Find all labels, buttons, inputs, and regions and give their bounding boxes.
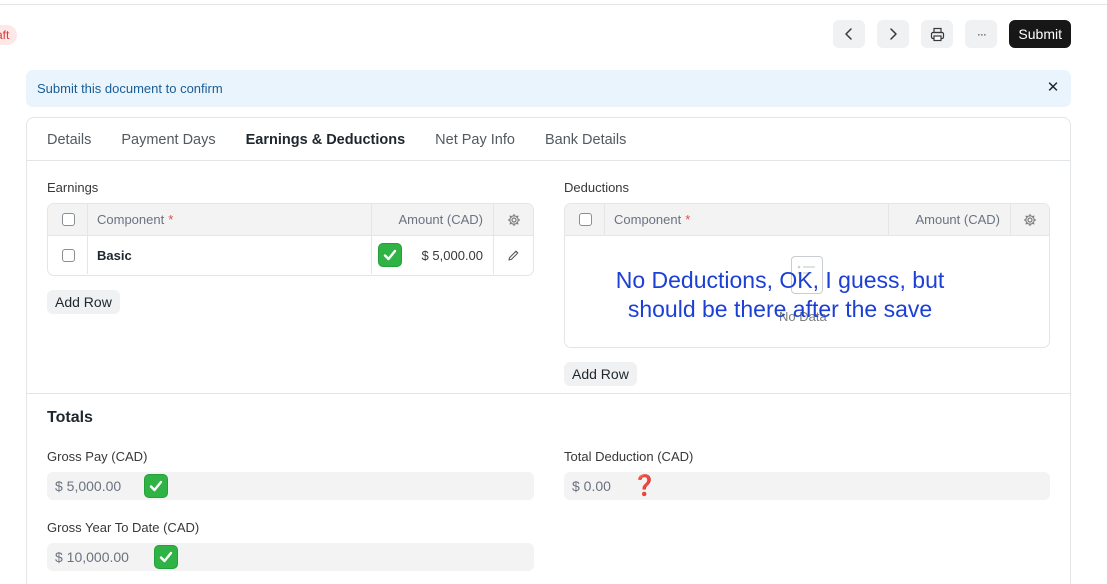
chevron-right-icon — [890, 28, 898, 40]
printer-icon — [930, 27, 945, 41]
annotation-line-2: should be there after the save — [627, 296, 933, 322]
more-actions-button[interactable]: ··· — [965, 20, 998, 48]
section-divider — [27, 393, 1070, 394]
required-marker: * — [168, 212, 174, 227]
select-all-checkbox[interactable] — [62, 213, 75, 226]
form-card: Details Payment Days Earnings & Deductio… — [26, 117, 1071, 584]
more-icon: ··· — [976, 27, 987, 41]
question-mark-icon: ❓ — [632, 475, 657, 497]
required-marker: * — [685, 212, 691, 227]
gross-ytd-field: $ 10,000.00 — [47, 543, 534, 571]
toolbar: ··· Submit — [833, 20, 1071, 48]
earnings-add-row-button[interactable]: Add Row — [47, 290, 120, 314]
annotation-line-1: No Deductions, OK, I guess, but — [615, 267, 945, 293]
submit-button[interactable]: Submit — [1009, 20, 1071, 48]
tab-earnings-deductions[interactable]: Earnings & Deductions — [245, 118, 405, 161]
amount-column-header: Amount (CAD) — [915, 212, 1000, 227]
gear-icon[interactable] — [1023, 213, 1037, 227]
close-icon[interactable]: ✕ — [1045, 79, 1061, 97]
gear-icon[interactable] — [507, 213, 521, 227]
component-column-header: Component * — [614, 212, 691, 227]
component-column-header: Component * — [97, 212, 174, 227]
select-all-checkbox[interactable] — [579, 213, 592, 226]
alert-message: Submit this document to confirm — [37, 81, 223, 96]
check-mark-icon — [378, 243, 402, 267]
check-mark-icon — [144, 474, 168, 498]
top-divider — [0, 4, 1107, 5]
gross-ytd-value: $ 10,000.00 — [55, 549, 129, 565]
gross-pay-label: Gross Pay (CAD) — [47, 449, 148, 464]
status-badge: aft — [0, 25, 18, 45]
deductions-table-header: Component * Amount (CAD) — [565, 204, 1049, 236]
earnings-label: Earnings — [47, 180, 99, 195]
totals-heading: Totals — [47, 409, 93, 426]
chevron-left-icon — [845, 28, 853, 40]
row-checkbox[interactable] — [62, 248, 75, 262]
gross-pay-field: $ 5,000.00 — [47, 472, 534, 500]
deductions-add-row-button[interactable]: Add Row — [564, 362, 637, 386]
tab-details[interactable]: Details — [47, 118, 91, 161]
gross-ytd-label: Gross Year To Date (CAD) — [47, 520, 200, 535]
tab-payment-days[interactable]: Payment Days — [121, 118, 215, 161]
tab-net-pay-info[interactable]: Net Pay Info — [435, 118, 515, 161]
previous-button[interactable] — [833, 20, 866, 48]
deductions-label: Deductions — [564, 180, 630, 195]
table-row[interactable]: Basic $ 5,000.00 — [48, 236, 533, 274]
earnings-table: Component * Amount (CAD) Basic $ 5,000.00 — [47, 203, 534, 276]
annotation-note: No Deductions, OK, I guess, but should b… — [580, 266, 980, 324]
total-deduction-label: Total Deduction (CAD) — [564, 449, 694, 464]
submit-alert: Submit this document to confirm ✕ — [26, 70, 1071, 107]
tab-divider — [27, 160, 1070, 161]
total-deduction-value: $ 0.00 — [572, 478, 611, 494]
next-button[interactable] — [877, 20, 910, 48]
check-mark-icon — [154, 545, 178, 569]
tab-bar: Details Payment Days Earnings & Deductio… — [47, 118, 656, 161]
amount-cell[interactable]: $ 5,000.00 — [422, 236, 483, 274]
tab-bank-details[interactable]: Bank Details — [545, 118, 626, 161]
component-cell[interactable]: Basic — [97, 236, 132, 274]
earnings-table-header: Component * Amount (CAD) — [48, 204, 533, 236]
gross-pay-value: $ 5,000.00 — [55, 478, 122, 494]
print-button[interactable] — [921, 20, 954, 48]
total-deduction-field: $ 0.00 ❓ — [564, 472, 1050, 500]
edit-icon[interactable] — [507, 249, 520, 262]
amount-column-header: Amount (CAD) — [398, 212, 483, 227]
